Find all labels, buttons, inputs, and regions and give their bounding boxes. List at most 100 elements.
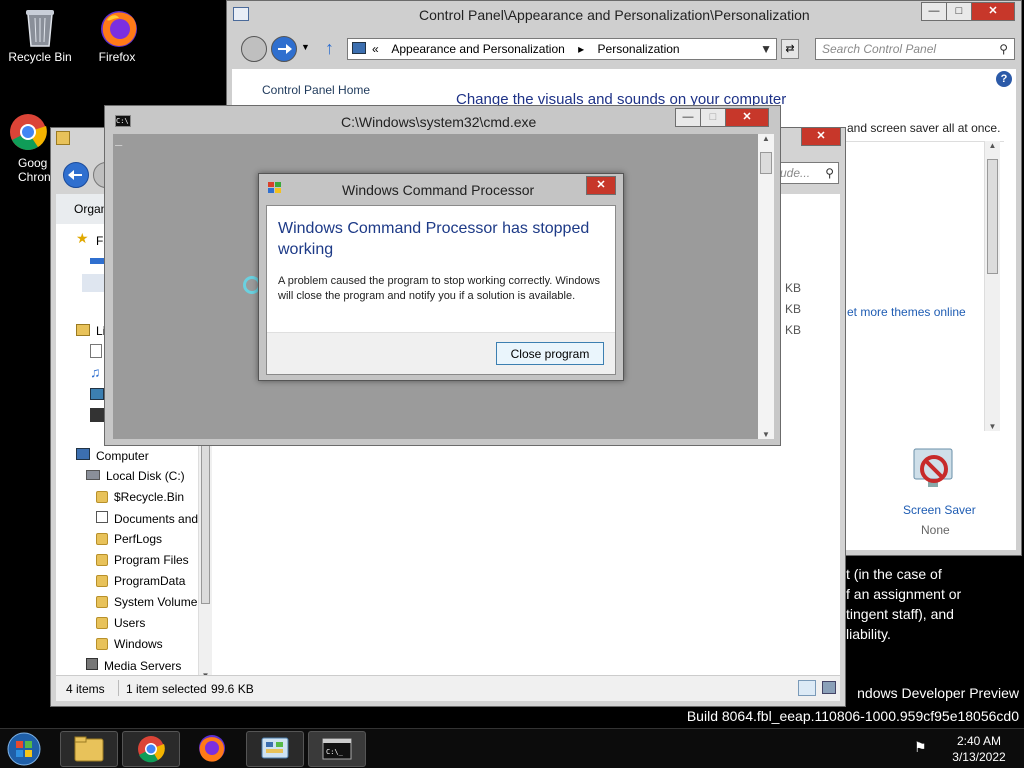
firefox-icon bbox=[199, 735, 225, 762]
scroll-thumb[interactable] bbox=[987, 159, 998, 274]
search-placeholder: Search Control Panel bbox=[822, 42, 937, 56]
desktop-icon-chrome[interactable]: Goog Chron bbox=[0, 112, 56, 184]
scroll-thumb[interactable] bbox=[760, 152, 772, 174]
details-view-icon[interactable] bbox=[798, 680, 816, 696]
computer-icon bbox=[76, 448, 90, 460]
address-bar[interactable]: « Appearance and Personalization ▸ Perso… bbox=[347, 38, 777, 60]
tree-item-program-files[interactable]: Program Files bbox=[96, 553, 189, 567]
selection-count: 1 item selected bbox=[126, 682, 207, 696]
recent-pages-chevron-icon[interactable]: ▼ bbox=[301, 42, 310, 52]
firefox-icon bbox=[97, 6, 137, 47]
maximize-button[interactable]: □ bbox=[946, 2, 972, 21]
get-more-themes-link[interactable]: et more themes online bbox=[847, 305, 966, 319]
tree-item-label: $Recycle.Bin bbox=[114, 490, 185, 504]
dialog-title: Windows Command Processor bbox=[342, 182, 535, 198]
screen-saver-label[interactable]: Screen Saver bbox=[903, 503, 976, 517]
close-button[interactable]: ✕ bbox=[725, 108, 769, 127]
window-title: Control Panel\Appearance and Personaliza… bbox=[419, 7, 810, 23]
tree-item-label: Users bbox=[114, 616, 146, 630]
tree-item-computer[interactable]: Computer bbox=[76, 448, 149, 463]
text-line: f an assignment or bbox=[846, 586, 962, 602]
item-count: 4 items bbox=[66, 682, 105, 696]
taskbar-explorer-button[interactable] bbox=[60, 731, 118, 767]
close-program-button[interactable]: Close program bbox=[496, 342, 604, 365]
explorer-search-placeholder: ude... bbox=[780, 166, 811, 180]
minimize-button[interactable]: — bbox=[675, 108, 701, 127]
cmd-icon: C:\_ bbox=[322, 738, 352, 760]
minimize-button[interactable]: — bbox=[921, 2, 947, 21]
breadcrumb-separator[interactable]: ▸ bbox=[578, 42, 584, 56]
breadcrumb-appearance[interactable]: Appearance and Personalization bbox=[391, 42, 564, 56]
search-control-panel-input[interactable]: Search Control Panel ⚲ bbox=[815, 38, 1015, 60]
search-icon: ⚲ bbox=[825, 166, 834, 180]
tree-item-system-volume[interactable]: System Volume bbox=[96, 595, 197, 609]
title-bar[interactable]: C:\ C:\Windows\system32\cmd.exe — □ ✕ bbox=[105, 106, 780, 134]
theme-list-scrollbar[interactable]: ▲ ▼ bbox=[984, 141, 1000, 431]
help-icon[interactable]: ? bbox=[996, 71, 1012, 87]
selection-size: 99.6 KB bbox=[211, 682, 254, 696]
desktop-icon-recycle-bin[interactable]: Recycle Bin bbox=[0, 6, 80, 64]
folder-icon bbox=[96, 533, 108, 545]
arrow-right-icon bbox=[278, 44, 292, 54]
breadcrumb-personalization[interactable]: Personalization bbox=[598, 42, 680, 56]
scroll-down-arrow[interactable]: ▼ bbox=[758, 430, 774, 439]
dialog-footer: Close program bbox=[267, 332, 615, 374]
dialog-close-button[interactable]: ✕ bbox=[586, 176, 616, 195]
arrow-left-icon bbox=[68, 170, 82, 180]
pictures-library-icon bbox=[90, 388, 104, 400]
tree-item-label: Computer bbox=[96, 449, 149, 463]
tree-item-recycle-bin[interactable]: $Recycle.Bin bbox=[96, 490, 184, 504]
text-line: liability. bbox=[846, 626, 891, 642]
start-button[interactable] bbox=[4, 731, 48, 767]
taskbar-cmd-button[interactable]: C:\_ bbox=[308, 731, 366, 767]
folder-icon bbox=[96, 617, 108, 629]
dialog-title-bar[interactable]: Windows Command Processor ✕ bbox=[259, 174, 623, 202]
screen-saver-value: None bbox=[921, 523, 950, 537]
address-dropdown-icon[interactable]: ▼ bbox=[760, 39, 772, 59]
address-overflow-chevron[interactable]: « bbox=[372, 42, 379, 56]
drive-icon bbox=[86, 470, 100, 480]
taskbar-firefox-button[interactable] bbox=[184, 731, 242, 767]
desktop-icon-firefox[interactable]: Firefox bbox=[77, 6, 157, 64]
up-arrow-icon[interactable]: ↑ bbox=[325, 38, 334, 59]
downloads-item[interactable] bbox=[82, 274, 106, 292]
folder-icon bbox=[96, 554, 108, 566]
explorer-close-button[interactable]: ✕ bbox=[801, 127, 841, 146]
tree-item-programdata[interactable]: ProgramData bbox=[96, 574, 185, 588]
explorer-back-button[interactable] bbox=[63, 162, 89, 188]
maximize-button[interactable]: □ bbox=[700, 108, 726, 127]
scroll-up-arrow[interactable]: ▲ bbox=[985, 141, 1000, 150]
action-center-flag-icon[interactable]: ⚑ bbox=[914, 739, 927, 756]
forward-button[interactable] bbox=[271, 36, 297, 62]
scroll-down-arrow[interactable]: ▼ bbox=[985, 422, 1000, 431]
file-size: KB bbox=[785, 323, 802, 337]
console-scrollbar[interactable]: ▲ ▼ bbox=[758, 134, 774, 439]
scroll-up-arrow[interactable]: ▲ bbox=[758, 134, 774, 143]
control-panel-icon bbox=[261, 737, 289, 759]
folder-icon bbox=[74, 736, 104, 762]
tree-item-windows[interactable]: Windows bbox=[96, 637, 163, 651]
documents-library-icon bbox=[90, 344, 102, 358]
folder-icon bbox=[96, 596, 108, 608]
tree-item-media-servers[interactable]: Media Servers bbox=[86, 658, 181, 673]
videos-library-icon bbox=[90, 408, 104, 422]
taskbar-control-panel-button[interactable] bbox=[246, 731, 304, 767]
taskbar-chrome-button[interactable] bbox=[122, 731, 180, 767]
tree-item-local-disk[interactable]: Local Disk (C:) bbox=[86, 469, 185, 483]
chrome-icon bbox=[138, 736, 165, 763]
refresh-button[interactable]: ⇄ bbox=[781, 39, 799, 59]
tree-item-documents[interactable]: Documents and bbox=[96, 511, 198, 526]
organize-button[interactable]: Organ bbox=[74, 202, 107, 216]
tree-item-users[interactable]: Users bbox=[96, 616, 145, 630]
preview-pane-icon[interactable] bbox=[822, 681, 836, 694]
tree-item-perflogs[interactable]: PerfLogs bbox=[96, 532, 162, 546]
close-button[interactable]: ✕ bbox=[971, 2, 1015, 21]
system-clock[interactable]: 2:40 AM 3/13/2022 bbox=[938, 733, 1020, 765]
control-panel-home-link[interactable]: Control Panel Home bbox=[262, 83, 370, 97]
title-bar[interactable]: Control Panel\Appearance and Personaliza… bbox=[227, 1, 1021, 29]
explorer-search-input[interactable]: ude... ⚲ bbox=[777, 162, 839, 184]
clock-date: 3/13/2022 bbox=[952, 750, 1006, 764]
screen-saver-button[interactable] bbox=[908, 445, 968, 501]
shortcut-icon bbox=[96, 511, 108, 523]
back-button[interactable] bbox=[241, 36, 267, 62]
